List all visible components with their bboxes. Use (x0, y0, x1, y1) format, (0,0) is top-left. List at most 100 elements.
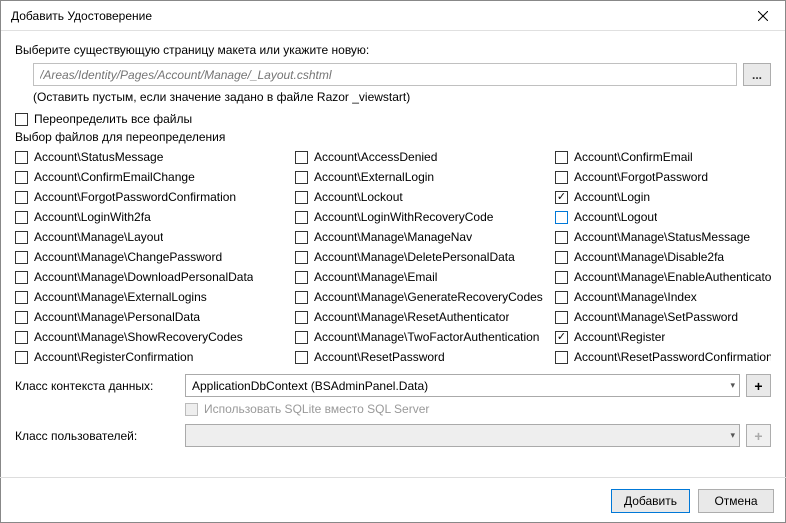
file-checkbox[interactable] (295, 291, 308, 304)
dialog-content: Выберите существующую страницу макета ил… (1, 31, 785, 447)
file-checkbox[interactable] (295, 351, 308, 364)
file-label: Account\AccessDenied (314, 150, 437, 164)
file-checkbox[interactable] (555, 311, 568, 324)
file-label: Account\ConfirmEmailChange (34, 170, 195, 184)
file-item: Account\Manage\SetPassword (555, 310, 771, 324)
file-item: Account\Login (555, 190, 771, 204)
file-checkbox[interactable] (555, 191, 568, 204)
file-checkbox[interactable] (15, 151, 28, 164)
file-label: Account\ConfirmEmail (574, 150, 693, 164)
file-checkbox[interactable] (555, 351, 568, 364)
file-item: Account\Manage\ManageNav (295, 230, 555, 244)
file-item: Account\RegisterConfirmation (15, 350, 295, 364)
file-item: Account\Manage\EnableAuthenticator (555, 270, 771, 284)
file-item: Account\AccessDenied (295, 150, 555, 164)
file-label: Account\Manage\ManageNav (314, 230, 472, 244)
file-checkbox[interactable] (15, 331, 28, 344)
cancel-button[interactable]: Отмена (698, 489, 774, 513)
user-class-combo[interactable]: ▾ (185, 424, 740, 447)
file-checkbox[interactable] (295, 151, 308, 164)
file-label: Account\Manage\GenerateRecoveryCodes (314, 290, 543, 304)
close-icon (758, 11, 768, 21)
window-title: Добавить Удостоверение (11, 9, 152, 23)
browse-button[interactable]: ... (743, 63, 771, 86)
file-checkbox[interactable] (15, 291, 28, 304)
user-class-label: Класс пользователей: (15, 429, 185, 443)
sqlite-checkbox (185, 403, 198, 416)
file-checkbox[interactable] (555, 231, 568, 244)
files-section-label: Выбор файлов для переопределения (15, 130, 771, 144)
layout-hint: (Оставить пустым, если значение задано в… (33, 90, 771, 104)
file-checkbox[interactable] (295, 231, 308, 244)
add-user-class-button: + (746, 424, 771, 447)
file-checkbox[interactable] (295, 211, 308, 224)
layout-path-input[interactable] (33, 63, 737, 86)
chevron-down-icon: ▾ (730, 430, 735, 441)
file-label: Account\Manage\Email (314, 270, 437, 284)
override-all-checkbox[interactable] (15, 113, 28, 126)
file-checkbox[interactable] (555, 151, 568, 164)
file-item: Account\ResetPasswordConfirmation (555, 350, 771, 364)
file-item: Account\LoginWithRecoveryCode (295, 210, 555, 224)
file-checkbox[interactable] (15, 171, 28, 184)
file-checkbox[interactable] (555, 211, 568, 224)
file-checkbox[interactable] (555, 171, 568, 184)
file-label: Account\Login (574, 190, 650, 204)
file-label: Account\ResetPasswordConfirmation (574, 350, 771, 364)
file-checkbox[interactable] (295, 331, 308, 344)
file-label: Account\LoginWith2fa (34, 210, 151, 224)
file-label: Account\Register (574, 330, 665, 344)
db-context-combo[interactable]: ApplicationDbContext (BSAdminPanel.Data)… (185, 374, 740, 397)
file-item: Account\Manage\ResetAuthenticator (295, 310, 555, 324)
file-checkbox[interactable] (295, 251, 308, 264)
files-grid: Account\StatusMessage Account\AccessDenie… (15, 150, 771, 364)
file-checkbox[interactable] (555, 271, 568, 284)
file-label: Account\Manage\EnableAuthenticator (574, 270, 771, 284)
file-label: Account\Manage\StatusMessage (574, 230, 750, 244)
file-item: Account\Manage\ExternalLogins (15, 290, 295, 304)
file-item: Account\Logout (555, 210, 771, 224)
add-db-context-button[interactable]: + (746, 374, 771, 397)
file-checkbox[interactable] (15, 211, 28, 224)
close-button[interactable] (741, 1, 785, 31)
file-checkbox[interactable] (295, 271, 308, 284)
file-label: Account\Manage\PersonalData (34, 310, 200, 324)
file-checkbox[interactable] (555, 291, 568, 304)
file-item: Account\Manage\Email (295, 270, 555, 284)
file-label: Account\Manage\Disable2fa (574, 250, 724, 264)
file-item: Account\Manage\DownloadPersonalData (15, 270, 295, 284)
file-checkbox[interactable] (555, 331, 568, 344)
file-label: Account\Manage\ChangePassword (34, 250, 222, 264)
file-item: Account\ConfirmEmail (555, 150, 771, 164)
file-checkbox[interactable] (15, 351, 28, 364)
file-checkbox[interactable] (15, 251, 28, 264)
file-checkbox[interactable] (295, 171, 308, 184)
file-checkbox[interactable] (15, 271, 28, 284)
file-item: Account\StatusMessage (15, 150, 295, 164)
file-checkbox[interactable] (15, 231, 28, 244)
file-item: Account\Manage\ChangePassword (15, 250, 295, 264)
file-checkbox[interactable] (555, 251, 568, 264)
file-label: Account\Lockout (314, 190, 403, 204)
file-label: Account\ResetPassword (314, 350, 445, 364)
layout-prompt: Выберите существующую страницу макета ил… (15, 43, 771, 57)
dialog-footer: Добавить Отмена (0, 477, 786, 523)
file-label: Account\Manage\TwoFactorAuthentication (314, 330, 539, 344)
file-label: Account\Manage\Layout (34, 230, 163, 244)
file-checkbox[interactable] (15, 311, 28, 324)
file-checkbox[interactable] (295, 191, 308, 204)
file-item: Account\ConfirmEmailChange (15, 170, 295, 184)
file-item: Account\Manage\GenerateRecoveryCodes (295, 290, 555, 304)
sqlite-label: Использовать SQLite вместо SQL Server (204, 402, 429, 416)
file-item: Account\Manage\Layout (15, 230, 295, 244)
file-label: Account\ExternalLogin (314, 170, 434, 184)
add-button[interactable]: Добавить (611, 489, 690, 513)
file-label: Account\Manage\DownloadPersonalData (34, 270, 253, 284)
file-item: Account\LoginWith2fa (15, 210, 295, 224)
db-context-value: ApplicationDbContext (BSAdminPanel.Data) (192, 379, 428, 393)
file-checkbox[interactable] (15, 191, 28, 204)
file-checkbox[interactable] (295, 311, 308, 324)
file-item: Account\ForgotPasswordConfirmation (15, 190, 295, 204)
file-item: Account\Manage\Disable2fa (555, 250, 771, 264)
file-label: Account\Manage\DeletePersonalData (314, 250, 515, 264)
